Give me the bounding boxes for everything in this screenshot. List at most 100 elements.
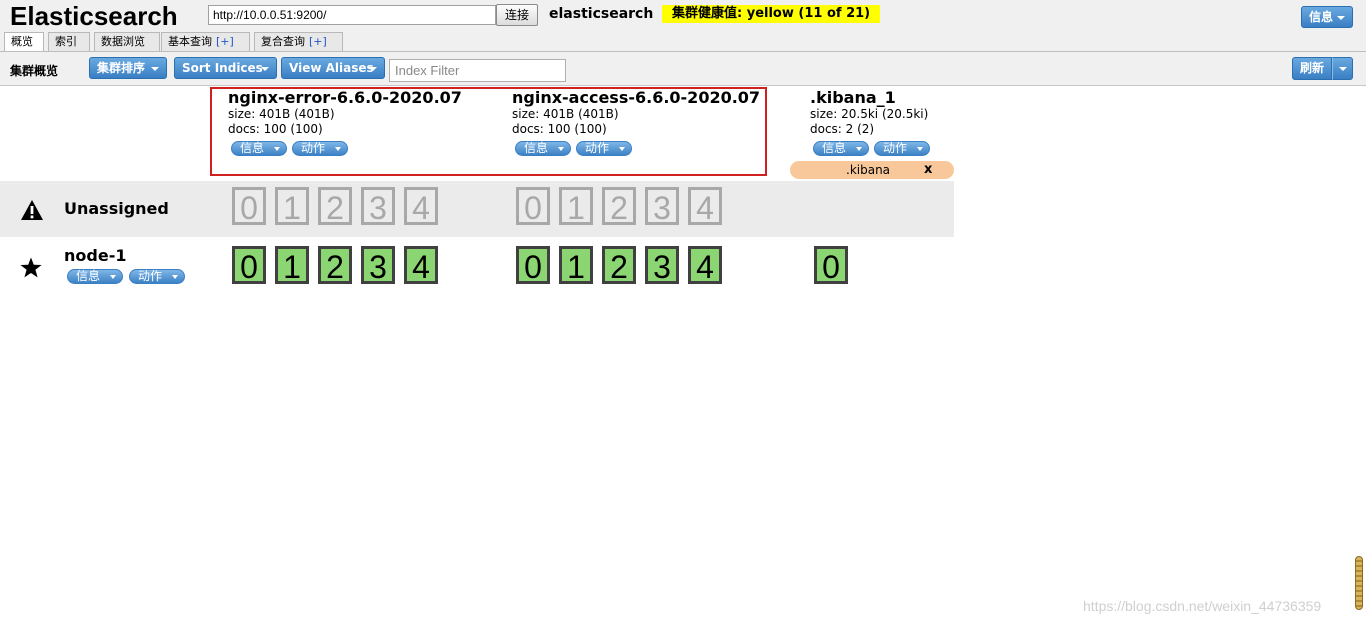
tab-indices[interactable]: 索引 (48, 32, 90, 52)
chevron-down-icon (917, 147, 923, 151)
cluster-name: elasticsearch (549, 6, 654, 22)
index-name: .kibana_1 (810, 88, 896, 107)
chevron-down-icon (110, 275, 116, 279)
node-action-button[interactable]: 动作 (129, 269, 185, 284)
shard-started[interactable]: 0 (232, 246, 266, 285)
tab-compound-query[interactable]: 复合查询 [+] (254, 32, 343, 52)
pill-label: 信息 (822, 141, 847, 155)
index-docs: docs: 100 (100) (228, 122, 323, 136)
index-name: nginx-access-6.6.0-2020.07 (512, 88, 761, 107)
shard-unassigned[interactable]: 4 (688, 187, 722, 226)
shard-unassigned[interactable]: 4 (404, 187, 438, 226)
shard-unassigned[interactable]: 3 (645, 187, 679, 226)
pill-label: 信息 (76, 269, 101, 283)
chevron-down-icon (1339, 67, 1347, 71)
warning-icon (21, 200, 43, 220)
index-action-button[interactable]: 动作 (292, 141, 348, 156)
index-docs: docs: 2 (2) (810, 122, 875, 136)
node-info-button[interactable]: 信息 (67, 269, 123, 284)
shard-started[interactable]: 0 (516, 246, 550, 285)
index-size: size: 401B (401B) (512, 107, 619, 121)
refresh-dropdown-button[interactable] (1332, 57, 1353, 80)
index-filter-input[interactable] (389, 59, 566, 82)
index-docs: docs: 100 (100) (512, 122, 607, 136)
tab-label: 数据浏览 (101, 35, 145, 48)
scroll-handle[interactable] (1355, 556, 1363, 610)
shard-started[interactable]: 2 (602, 246, 636, 285)
shard-unassigned[interactable]: 0 (516, 187, 550, 226)
tab-label: 复合查询 (261, 35, 305, 48)
index-info-button[interactable]: 信息 (231, 141, 287, 156)
pill-label: 信息 (524, 141, 549, 155)
header-bar: Elasticsearch 连接 elasticsearch 集群健康值: ye… (0, 0, 1366, 53)
tab-label: 基本查询 (168, 35, 212, 48)
shard-unassigned[interactable]: 3 (361, 187, 395, 226)
tab-basic-query[interactable]: 基本查询 [+] (161, 32, 250, 52)
cluster-health-badge: 集群健康值: yellow (11 of 21) (662, 5, 881, 23)
shard-started[interactable]: 3 (361, 246, 395, 285)
chevron-down-icon (369, 67, 377, 71)
url-input[interactable] (208, 5, 496, 25)
shard-unassigned[interactable]: 1 (559, 187, 593, 226)
sort-cluster-button[interactable]: 集群排序 (89, 57, 167, 79)
tab-overview[interactable]: 概览 (4, 32, 44, 53)
watermark: https://blog.csdn.net/weixin_44736359 (1083, 598, 1322, 614)
tab-label: 索引 (55, 35, 77, 48)
view-aliases-label: View Aliases (289, 61, 374, 75)
sort-cluster-label: 集群排序 (97, 61, 146, 75)
chevron-down-icon (151, 67, 159, 71)
index-action-button[interactable]: 动作 (576, 141, 632, 156)
connect-button[interactable]: 连接 (496, 4, 538, 26)
refresh-control: 刷新 (1292, 57, 1353, 80)
chevron-down-icon (558, 147, 564, 151)
tab-browser[interactable]: 数据浏览 (94, 32, 160, 52)
pill-label: 动作 (301, 141, 326, 155)
sort-indices-button[interactable]: Sort Indices (174, 57, 277, 79)
index-info-button[interactable]: 信息 (813, 141, 869, 156)
star-icon (20, 257, 42, 278)
sort-indices-label: Sort Indices (182, 61, 263, 75)
alias-name: .kibana (846, 163, 891, 177)
shard-started[interactable]: 1 (275, 246, 309, 285)
overview-toolbar: 集群概览 集群排序 Sort Indices View Aliases 刷新 (0, 52, 1366, 86)
index-size: size: 20.5ki (20.5ki) (810, 107, 929, 121)
chevron-down-icon (856, 147, 862, 151)
view-aliases-button[interactable]: View Aliases (281, 57, 385, 79)
tab-add-link[interactable]: [+] (309, 35, 327, 48)
shard-started[interactable]: 0 (814, 246, 848, 285)
header-info-label: 信息 (1309, 10, 1334, 24)
pill-label: 动作 (883, 141, 908, 155)
app-title: Elasticsearch (10, 1, 178, 31)
chevron-down-icon (274, 147, 280, 151)
pill-label: 信息 (240, 141, 265, 155)
shard-started[interactable]: 2 (318, 246, 352, 285)
shard-unassigned[interactable]: 2 (602, 187, 636, 226)
chevron-down-icon (172, 275, 178, 279)
header-info-button[interactable]: 信息 (1301, 6, 1353, 28)
alias-close-button[interactable]: x (924, 161, 932, 179)
refresh-button[interactable]: 刷新 (1292, 57, 1332, 80)
tab-label: 概览 (11, 35, 33, 48)
node-name: node-1 (64, 246, 127, 265)
chevron-down-icon (1337, 16, 1345, 20)
shard-started[interactable]: 4 (404, 246, 438, 285)
shard-unassigned[interactable]: 1 (275, 187, 309, 226)
shard-started[interactable]: 4 (688, 246, 722, 285)
shard-unassigned[interactable]: 0 (232, 187, 266, 226)
toolbar-title: 集群概览 (10, 64, 59, 78)
pill-label: 动作 (138, 269, 163, 283)
shard-started[interactable]: 1 (559, 246, 593, 285)
shard-unassigned[interactable]: 2 (318, 187, 352, 226)
index-action-button[interactable]: 动作 (874, 141, 930, 156)
chevron-down-icon (335, 147, 341, 151)
shard-started[interactable]: 3 (645, 246, 679, 285)
alias-badge[interactable]: .kibana x (790, 161, 954, 179)
tab-add-link[interactable]: [+] (216, 35, 234, 48)
chevron-down-icon (261, 67, 269, 71)
unassigned-label: Unassigned (64, 199, 169, 218)
pill-label: 动作 (585, 141, 610, 155)
chevron-down-icon (619, 147, 625, 151)
index-name: nginx-error-6.6.0-2020.07 (228, 88, 462, 107)
index-info-button[interactable]: 信息 (515, 141, 571, 156)
index-size: size: 401B (401B) (228, 107, 335, 121)
